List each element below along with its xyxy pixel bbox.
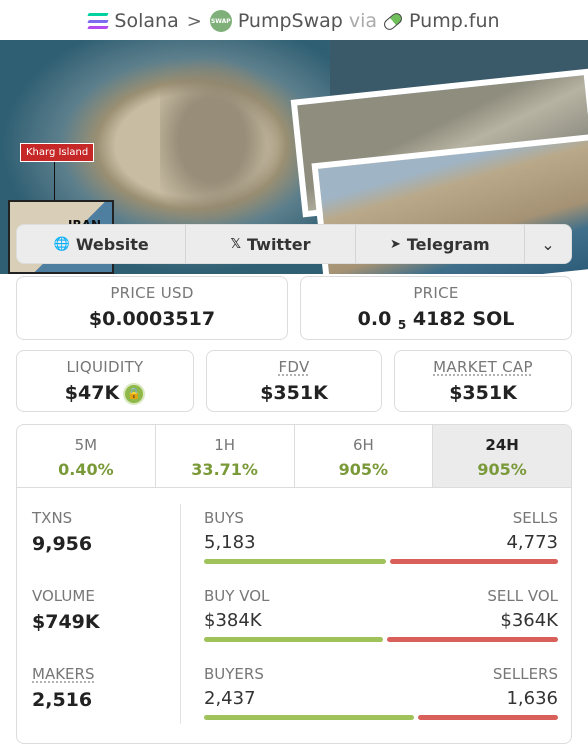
tab-6h[interactable]: 6H 905% [295,425,434,487]
column-divider [180,504,181,724]
sell-vol-label: SELL VOL [487,587,558,605]
price-native-value: 0.0 5 4182 SOL [301,308,571,332]
timeframe-tabs: 5M 0.40% 1H 33.71% 6H 905% 24H 905% [17,425,571,488]
stats-rows: TXNS 9,956 BUYS SELLS 5,183 4,773 VOLUME… [17,488,571,743]
map-label: Kharg Island [20,143,95,162]
fdv-label[interactable]: FDV [207,358,381,376]
sellers-label: SELLERS [492,665,558,683]
solana-icon [87,13,110,29]
price-usd-label: PRICE USD [110,284,194,302]
liquidity-value: $47K [64,382,120,404]
price-native-card: PRICE 0.0 5 4182 SOL [300,276,572,340]
txns-value: 9,956 [32,533,93,555]
volume-value: $749K [32,611,100,633]
twitter-button[interactable]: 𝕏 Twitter [186,225,356,263]
social-links-bar: 🌐 Website 𝕏 Twitter ➤ Telegram ⌄ [16,224,572,264]
breadcrumb: Solana > SWAP PumpSwap via Pump.fun [0,0,588,40]
more-links-button[interactable]: ⌄ [525,225,571,263]
tab-label: 24H [485,436,519,454]
sell-vol-value: $364K [500,610,558,631]
website-label: Website [75,234,149,254]
buyers-sellers-bar [204,715,558,720]
lock-icon[interactable]: 🔒 [123,382,146,405]
source-link[interactable]: Pump.fun [409,10,500,32]
volume-label: VOLUME [32,587,95,605]
tab-label: 5M [74,436,98,454]
buys-bar-fill [204,559,386,564]
buyers-value: 2,437 [204,688,256,709]
buy-sell-volume-bar [204,637,558,642]
makers-label[interactable]: MAKERS [32,665,94,683]
sellers-value: 1,636 [506,688,558,709]
twitter-label: Twitter [247,234,311,254]
price-native-digits: 4182 SOL [412,308,515,330]
buyers-label: BUYERS [204,665,264,683]
buyers-bar-fill [204,715,414,720]
fdv-value: $351K [260,382,328,404]
sells-bar-fill [389,559,558,564]
website-button[interactable]: 🌐 Website [17,225,187,263]
dex-link[interactable]: PumpSwap [238,10,343,32]
makers-stat: MAKERS 2,516 [32,665,94,711]
price-native-label: PRICE [413,284,459,302]
market-cap-card: MARKET CAP $351K [394,350,572,412]
sell-vol-bar-fill [386,637,558,642]
trading-stats-panel: 5M 0.40% 1H 33.71% 6H 905% 24H 905% TXNS… [16,424,572,744]
x-logo-icon: 𝕏 [230,236,241,252]
price-native-zero-count: 5 [397,318,407,332]
tab-24h[interactable]: 24H 905% [433,425,571,487]
buy-vol-bar-fill [204,637,383,642]
buys-label: BUYS [204,509,244,527]
buy-vol-value: $384K [204,610,262,631]
sellers-bar-fill [418,715,558,720]
tab-change: 905% [338,460,389,479]
chain-link[interactable]: Solana [114,10,178,32]
price-usd-card: PRICE USD $0.0003517 [16,276,288,340]
txns-stat: TXNS 9,956 [32,509,92,555]
buys-sells-stat: BUYS SELLS 5,183 4,773 [204,509,558,564]
sells-label: SELLS [512,509,558,527]
buys-value: 5,183 [204,532,256,553]
pumpswap-icon: SWAP [209,10,232,32]
liquidity-card: LIQUIDITY $47K 🔒 [16,350,194,412]
market-cap-value: $351K [449,382,517,404]
tab-change: 905% [477,460,527,479]
telegram-button[interactable]: ➤ Telegram [356,225,525,263]
chevron-right-icon: > [186,10,202,32]
price-native-prefix: 0.0 [357,308,392,330]
buy-vol-label: BUY VOL [204,587,270,605]
price-usd-value: $0.0003517 [88,308,216,330]
via-text: via [348,10,378,32]
liquidity-value-row: $47K 🔒 [17,382,193,405]
telegram-label: Telegram [406,234,490,254]
fdv-card: FDV $351K [206,350,382,412]
chevron-down-icon: ⌄ [541,234,555,254]
txns-label: TXNS [32,509,73,527]
market-cap-label[interactable]: MARKET CAP [395,358,571,376]
tab-5m[interactable]: 5M 0.40% [17,425,156,487]
telegram-icon: ➤ [389,236,401,252]
tab-1h[interactable]: 1H 33.71% [156,425,295,487]
tab-change: 33.71% [191,460,258,479]
tab-label: 1H [214,436,236,454]
buys-sells-bar [204,559,558,564]
liquidity-label: LIQUIDITY [66,358,144,376]
globe-icon: 🌐 [53,236,70,252]
tab-label: 6H [352,436,374,454]
tab-change: 0.40% [58,460,114,479]
sells-value: 4,773 [506,532,558,553]
buyers-sellers-stat: BUYERS SELLERS 2,437 1,636 [204,665,558,720]
pill-icon [381,10,405,32]
volume-stat: VOLUME $749K [32,587,100,633]
makers-value: 2,516 [32,689,93,711]
buy-sell-volume-stat: BUY VOL SELL VOL $384K $364K [204,587,558,642]
